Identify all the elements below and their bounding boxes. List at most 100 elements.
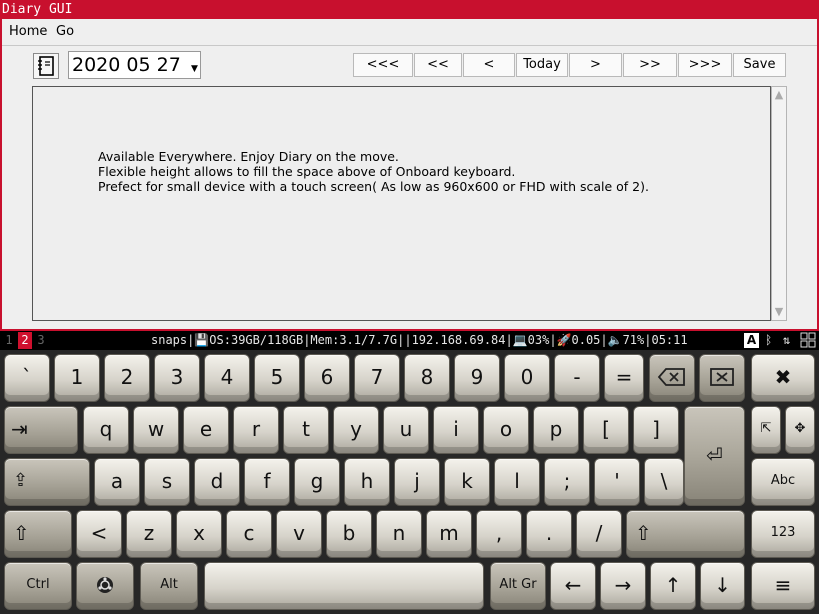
save-button[interactable]: Save [733,53,786,77]
scroll-down-arrow-icon[interactable]: ▼ [772,304,786,320]
menu-go[interactable]: Go [56,24,74,39]
key-backslash[interactable]: \ [644,458,684,506]
arrow-right-icon[interactable]: → [600,562,646,610]
delete-icon[interactable] [699,354,745,402]
keyboard-layout-indicator[interactable]: A [744,333,759,348]
nav-back-month-button[interactable]: << [414,53,462,77]
key-7[interactable]: 7 [354,354,400,402]
space-key[interactable] [204,562,484,610]
nav-forward-day-button[interactable]: > [569,53,622,77]
key-left-bracket[interactable]: [ [583,406,629,454]
toolbar: 2020 05 27 ▼ <<< << < Today > >> >>> Sav… [2,46,817,84]
key-r[interactable]: r [233,406,279,454]
date-dropdown-arrow-icon[interactable]: ▼ [189,60,200,78]
nav-forward-month-button[interactable]: >> [623,53,677,77]
key-v[interactable]: v [276,510,322,558]
diary-notebook-icon[interactable] [33,53,59,79]
key-comma[interactable]: , [476,510,522,558]
arrow-down-icon[interactable]: ↓ [700,562,745,610]
editor-text[interactable]: Available Everywhere. Enjoy Diary on the… [98,149,649,194]
date-field[interactable]: 2020 05 27 [68,51,201,79]
key-c[interactable]: c [226,510,272,558]
key-q[interactable]: q [83,406,129,454]
key-x[interactable]: x [176,510,222,558]
key-g[interactable]: g [294,458,340,506]
right-shift-icon[interactable]: ⇧ [626,510,745,558]
key-y[interactable]: y [333,406,379,454]
key-less-than[interactable]: < [76,510,122,558]
key-k[interactable]: k [444,458,490,506]
diary-window: Diary GUI Home Go 2020 05 27 ▼ <<< << < [0,0,819,331]
key-u[interactable]: u [383,406,429,454]
key-h[interactable]: h [344,458,390,506]
key-2[interactable]: 2 [104,354,150,402]
key-4[interactable]: 4 [204,354,250,402]
key-s[interactable]: s [144,458,190,506]
super-key-icon[interactable] [76,562,134,610]
workspace-1[interactable]: 1 [2,332,16,349]
key-b[interactable]: b [326,510,372,558]
arrow-left-icon[interactable]: ← [550,562,596,610]
alt-gr-key[interactable]: Alt Gr [490,562,546,610]
key-9[interactable]: 9 [454,354,500,402]
key-slash[interactable]: / [576,510,622,558]
pointer-icon[interactable]: ⇱ [751,406,781,454]
window-client: Home Go 2020 05 27 ▼ <<< << < Today > >>… [2,19,817,329]
caps-lock-icon[interactable]: ⇪ [4,458,90,506]
key-backtick[interactable]: ` [4,354,50,402]
key-equals[interactable]: = [604,354,644,402]
tab-icon[interactable]: ⇥ [4,406,78,454]
key-l[interactable]: l [494,458,540,506]
key-0[interactable]: 0 [504,354,550,402]
key-i[interactable]: i [433,406,479,454]
enter-icon[interactable]: ⏎ [684,406,745,506]
close-keyboard-icon[interactable]: ✖ [751,354,815,402]
key-minus[interactable]: - [554,354,600,402]
nav-today-button[interactable]: Today [516,53,568,77]
nav-forward-year-button[interactable]: >>> [678,53,732,77]
key-z[interactable]: z [126,510,172,558]
workspace-3[interactable]: 3 [34,332,48,349]
menu-home[interactable]: Home [9,24,47,39]
key-w[interactable]: w [133,406,179,454]
key-j[interactable]: j [394,458,440,506]
key-semicolon[interactable]: ; [544,458,590,506]
move-icon[interactable]: ✥ [785,406,815,454]
numeric-layout-button[interactable]: 123 [751,510,815,558]
key-1[interactable]: 1 [54,354,100,402]
key-right-bracket[interactable]: ] [633,406,679,454]
status-text: snaps|💾OS:39GB/118GB|Mem:3.1/7.7G||192.1… [151,333,688,347]
system-panel: 1 2 3 snaps|💾OS:39GB/118GB|Mem:3.1/7.7G|… [0,331,819,350]
key-n[interactable]: n [376,510,422,558]
ctrl-key[interactable]: Ctrl [4,562,72,610]
key-o[interactable]: o [483,406,529,454]
backspace-icon[interactable] [649,354,695,402]
key-t[interactable]: t [283,406,329,454]
editor-scrollbar[interactable]: ▲ ▼ [771,86,787,321]
network-transfer-icon[interactable]: ⇅ [783,331,790,350]
key-f[interactable]: f [244,458,290,506]
key-apostrophe[interactable]: ' [594,458,640,506]
key-3[interactable]: 3 [154,354,200,402]
menu-hamburger-icon[interactable]: ≡ [751,562,815,610]
nav-back-day-button[interactable]: < [463,53,515,77]
arrow-up-icon[interactable]: ↑ [650,562,696,610]
key-m[interactable]: m [426,510,472,558]
diary-editor[interactable]: Available Everywhere. Enjoy Diary on the… [32,86,771,321]
key-d[interactable]: d [194,458,240,506]
alt-key[interactable]: Alt [140,562,198,610]
workspace-2[interactable]: 2 [18,332,32,349]
key-period[interactable]: . [526,510,572,558]
key-8[interactable]: 8 [404,354,450,402]
key-p[interactable]: p [533,406,579,454]
left-shift-icon[interactable]: ⇧ [4,510,72,558]
scroll-up-arrow-icon[interactable]: ▲ [772,87,786,103]
key-5[interactable]: 5 [254,354,300,402]
nav-back-year-button[interactable]: <<< [353,53,413,77]
menu-bar: Home Go [2,19,817,46]
key-6[interactable]: 6 [304,354,350,402]
abc-layout-button[interactable]: Abc [751,458,815,506]
key-e[interactable]: e [183,406,229,454]
bluetooth-icon[interactable]: ᛒ [765,331,772,350]
key-a[interactable]: a [94,458,140,506]
